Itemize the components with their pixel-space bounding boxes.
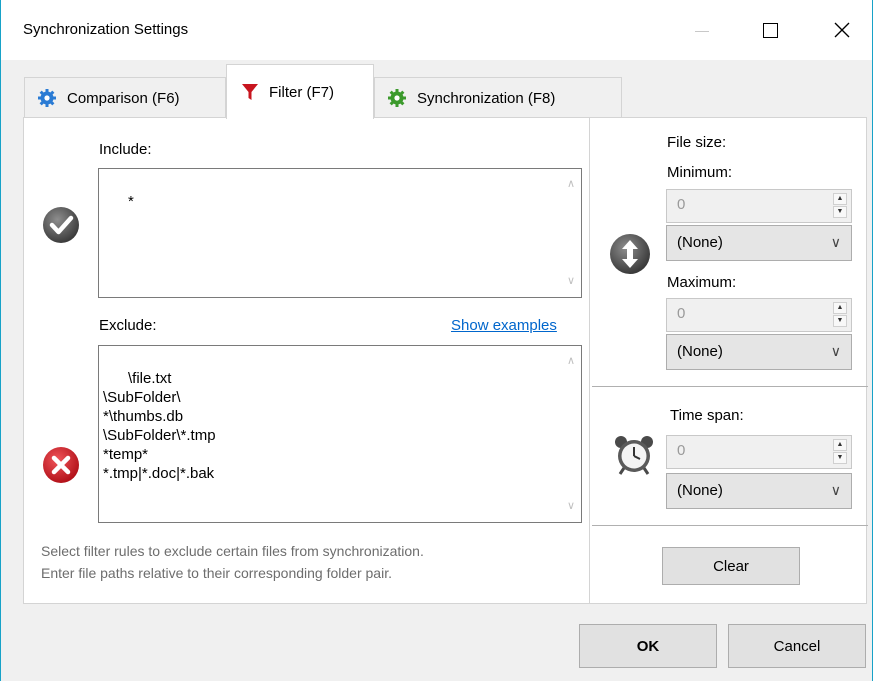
- maximum-size-spinner[interactable]: 0 ▲ ▼: [666, 298, 852, 332]
- minimum-size-spinner[interactable]: 0 ▲ ▼: [666, 189, 852, 223]
- tab-synchronization[interactable]: Synchronization (F8): [374, 77, 622, 118]
- exclude-label: Exclude:: [99, 317, 157, 334]
- filter-hint-line2: Enter file paths relative to their corre…: [41, 565, 392, 581]
- spin-down-icon[interactable]: ▼: [833, 452, 847, 464]
- scroll-down-icon: ∨: [567, 275, 576, 287]
- spinner-arrows[interactable]: ▲ ▼: [833, 439, 847, 465]
- clear-button[interactable]: Clear: [662, 547, 800, 585]
- section-divider: [592, 525, 868, 526]
- maximum-size-unit: (None): [677, 343, 723, 360]
- chevron-down-icon: ∨: [830, 482, 841, 498]
- minimize-button[interactable]: [679, 0, 725, 60]
- vertical-divider: [589, 118, 590, 603]
- include-text: *: [128, 193, 134, 210]
- exclude-scrollbar[interactable]: ∧ ∨: [563, 346, 581, 522]
- tab-comparison[interactable]: Comparison (F6): [24, 77, 226, 118]
- show-examples-link[interactable]: Show examples: [451, 317, 557, 334]
- exclude-x-icon: [41, 445, 81, 485]
- checkmark-icon: [41, 205, 81, 245]
- file-size-arrows-icon: [608, 232, 652, 276]
- maximum-size-value: 0: [677, 305, 686, 322]
- scroll-up-icon: ∧: [567, 178, 576, 190]
- minimum-size-unit-select[interactable]: (None) ∨: [666, 225, 852, 261]
- include-label: Include:: [99, 141, 152, 158]
- ok-button[interactable]: OK: [579, 624, 717, 668]
- time-span-unit-select[interactable]: (None) ∨: [666, 473, 852, 509]
- close-icon: [834, 22, 850, 38]
- tab-comparison-label: Comparison (F6): [67, 89, 180, 107]
- minimum-size-value: 0: [677, 196, 686, 213]
- window-title: Synchronization Settings: [23, 21, 189, 38]
- funnel-icon: [241, 82, 259, 102]
- minimum-size-unit: (None): [677, 234, 723, 251]
- minimize-icon: [695, 30, 709, 32]
- tab-filter-label: Filter (F7): [269, 83, 334, 101]
- maximum-label: Maximum:: [667, 274, 737, 291]
- chevron-down-icon: ∨: [830, 343, 841, 359]
- maximize-icon: [762, 22, 778, 38]
- clear-button-label: Clear: [713, 557, 749, 575]
- section-divider: [592, 386, 868, 387]
- spin-down-icon[interactable]: ▼: [833, 315, 847, 327]
- include-textarea[interactable]: * ∧ ∨: [98, 168, 582, 298]
- tab-filter[interactable]: Filter (F7): [226, 64, 374, 119]
- filter-hint-line1: Select filter rules to exclude certain f…: [41, 543, 424, 559]
- file-size-label: File size:: [667, 134, 727, 151]
- alarm-clock-icon: [612, 432, 656, 476]
- time-span-unit: (None): [677, 482, 723, 499]
- time-span-spinner[interactable]: 0 ▲ ▼: [666, 435, 852, 469]
- minimum-label: Minimum:: [667, 164, 733, 181]
- spin-up-icon[interactable]: ▲: [833, 439, 847, 451]
- exclude-textarea[interactable]: \file.txt \SubFolder\ *\thumbs.db \SubFo…: [98, 345, 582, 523]
- gear-icon: [387, 88, 407, 108]
- maximize-button[interactable]: [747, 0, 793, 60]
- spinner-arrows[interactable]: ▲ ▼: [833, 193, 847, 219]
- include-scrollbar[interactable]: ∧ ∨: [563, 169, 581, 297]
- chevron-down-icon: ∨: [830, 234, 841, 250]
- spin-down-icon[interactable]: ▼: [833, 206, 847, 218]
- time-span-label: Time span:: [670, 407, 744, 424]
- filter-panel: Include: * ∧ ∨ Exclude: Show examples \f…: [23, 117, 868, 604]
- close-button[interactable]: [819, 0, 865, 60]
- title-bar: Synchronization Settings: [1, 0, 872, 60]
- scroll-down-icon: ∨: [567, 500, 576, 512]
- scroll-up-icon: ∧: [567, 355, 576, 367]
- tab-synchronization-label: Synchronization (F8): [417, 89, 556, 107]
- gear-icon: [37, 88, 57, 108]
- time-span-value: 0: [677, 442, 686, 459]
- ok-button-label: OK: [636, 637, 660, 655]
- spin-up-icon[interactable]: ▲: [833, 302, 847, 314]
- settings-dialog: Synchronization Settings Comparison (F6)…: [0, 0, 873, 681]
- maximum-size-unit-select[interactable]: (None) ∨: [666, 334, 852, 370]
- spin-up-icon[interactable]: ▲: [833, 193, 847, 205]
- cancel-button[interactable]: Cancel: [728, 624, 866, 668]
- spinner-arrows[interactable]: ▲ ▼: [833, 302, 847, 328]
- cancel-button-label: Cancel: [773, 637, 821, 655]
- exclude-text: \file.txt \SubFolder\ *\thumbs.db \SubFo…: [103, 370, 216, 482]
- filter-hint: Select filter rules to exclude certain f…: [41, 540, 424, 584]
